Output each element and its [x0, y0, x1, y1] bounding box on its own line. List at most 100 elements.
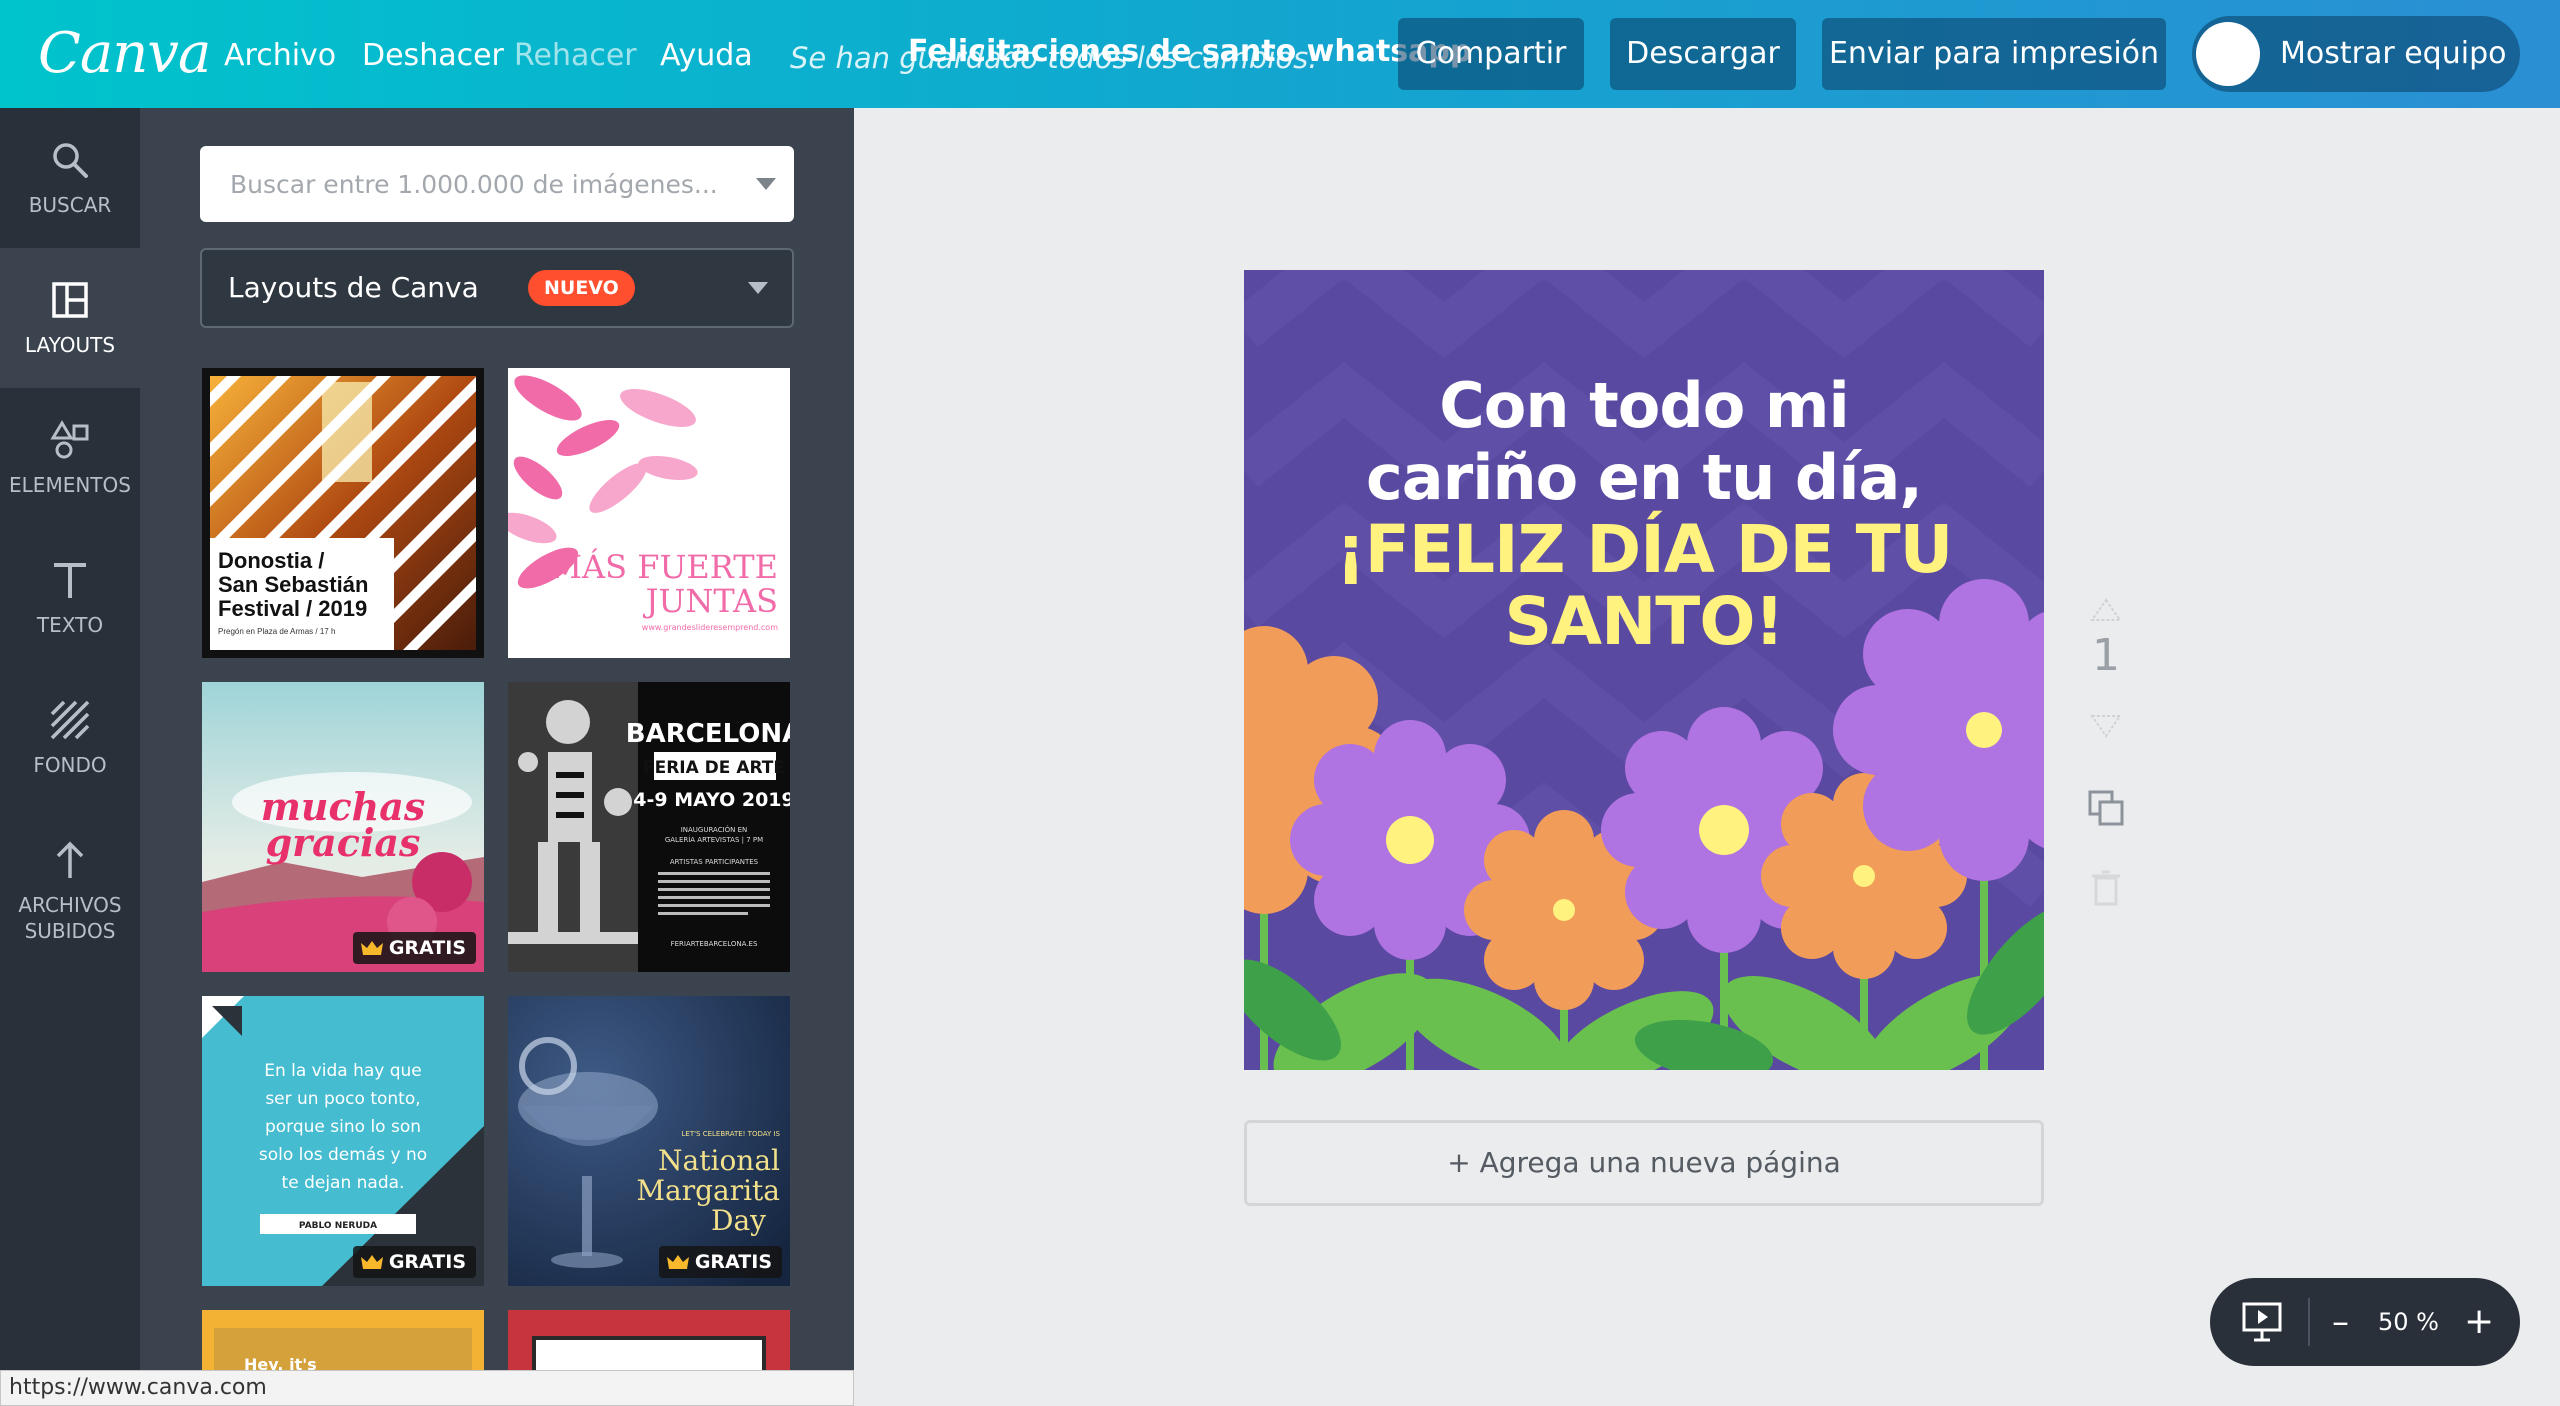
thumb-text: ser un poco tonto, — [265, 1089, 420, 1109]
print-button[interactable]: Enviar para impresión — [1822, 18, 2166, 90]
free-badge: GRATIS — [352, 1246, 476, 1278]
thumb-text: te dejan nada. — [282, 1173, 405, 1193]
thumb-image: BARCELONA FERIA DE ARTE 4-9 MAYO 2019 IN… — [508, 682, 790, 972]
nav-label: Elementos — [9, 473, 131, 497]
status-bar-url: https://www.canva.com — [0, 1370, 854, 1406]
thumb-text: Festival / 2019 — [218, 596, 367, 621]
nav-label: Layouts — [24, 333, 116, 357]
layout-thumb-donostia[interactable]: Donostia / San Sebastián Festival / 2019… — [202, 368, 484, 658]
menu-archivo[interactable]: Archivo — [224, 36, 336, 76]
greeting-line-1: Con todo mi — [1439, 369, 1849, 442]
layout-thumb-neruda[interactable]: En la vida hay que ser un poco tonto, po… — [202, 996, 484, 1286]
delete-page-icon[interactable] — [2090, 870, 2122, 906]
menu-ayuda[interactable]: Ayuda — [660, 36, 753, 76]
search-input[interactable] — [200, 146, 740, 222]
thumb-text: FERIA DE ARTE — [643, 758, 785, 778]
search-box[interactable] — [200, 146, 794, 222]
free-badge: GRATIS — [658, 1246, 782, 1278]
menu-deshacer[interactable]: Deshacer — [362, 36, 504, 76]
divider — [2308, 1298, 2310, 1346]
thumb-image: MÁS FUERTE JUNTAS www.grandeslideresempr… — [508, 368, 790, 658]
thumb-text: LET'S CELEBRATE! TODAY IS — [682, 1130, 781, 1138]
nav-archivos-subidos[interactable]: Archivos subidos — [0, 808, 140, 958]
present-icon[interactable] — [2240, 1300, 2284, 1344]
page-number: 1 — [2092, 630, 2120, 681]
free-label: GRATIS — [694, 1251, 772, 1273]
thumb-text: GALERÍA ARTEVISTAS | 7 PM — [665, 835, 763, 844]
show-team-button[interactable]: Mostrar equipo — [2192, 16, 2520, 92]
thumb-text: gracias — [266, 820, 421, 865]
thumb-text: MÁS FUERTE — [549, 548, 778, 586]
new-badge: NUEVO — [528, 270, 635, 306]
zoom-out-button[interactable]: – — [2332, 1278, 2349, 1366]
thumb-image: Donostia / San Sebastián Festival / 2019… — [202, 368, 484, 658]
layout-icon — [52, 282, 88, 318]
zoom-in-button[interactable]: + — [2464, 1278, 2494, 1366]
move-page-down-icon[interactable] — [2086, 710, 2126, 740]
thumb-text: ARTISTAS PARTICIPANTES — [670, 858, 759, 866]
thumb-text: San Sebastián — [218, 572, 368, 597]
design-canvas[interactable]: Con todo mi cariño en tu día, ¡FELIZ DÍA… — [1244, 270, 2044, 1070]
layout-source-label: Layouts de Canva — [228, 271, 479, 304]
share-button[interactable]: Compartir — [1398, 18, 1584, 90]
thumb-text: Day — [711, 1204, 766, 1237]
zoom-value: 50 % — [2378, 1308, 2439, 1336]
crown-icon — [360, 941, 383, 955]
chevron-down-icon[interactable] — [756, 178, 776, 190]
text-icon — [54, 563, 86, 598]
document-title[interactable]: Felicitaciones de santo whatsapp — [908, 32, 1471, 72]
thumb-text: National — [658, 1144, 780, 1177]
thumb-text: porque sino lo son — [265, 1117, 421, 1137]
nav-texto[interactable]: Texto — [0, 528, 140, 668]
download-button[interactable]: Descargar — [1610, 18, 1796, 90]
free-label: GRATIS — [388, 937, 466, 959]
zoom-control: – 50 % + — [2210, 1278, 2520, 1366]
chevron-down-icon[interactable] — [748, 282, 768, 294]
thumb-image: muchas gracias — [202, 682, 484, 972]
greeting-line-4: SANTO! — [1504, 583, 1784, 660]
nav-layouts[interactable]: Layouts — [0, 248, 140, 388]
shapes-icon — [50, 420, 89, 459]
crown-icon — [666, 1255, 689, 1269]
layout-source-select[interactable]: Layouts de Canva NUEVO — [200, 248, 794, 328]
thumb-text: solo los demás y no — [259, 1145, 427, 1165]
nav-elementos[interactable]: Elementos — [0, 388, 140, 528]
thumb-text: Pregón en Plaza de Armas / 17 h — [218, 627, 335, 636]
thumb-text: PABLO NERUDA — [299, 1221, 377, 1231]
nav-buscar[interactable]: Buscar — [0, 108, 140, 248]
left-nav: Buscar Layouts Elementos Texto — [0, 108, 140, 1406]
nav-label: Archivos subidos — [18, 893, 122, 943]
nav-label: Fondo — [33, 753, 107, 777]
background-icon — [50, 700, 90, 740]
avatar — [2196, 22, 2260, 86]
add-page-button[interactable]: + Agrega una nueva página — [1244, 1120, 2044, 1206]
layout-thumb-barcelona[interactable]: BARCELONA FERIA DE ARTE 4-9 MAYO 2019 IN… — [508, 682, 790, 972]
greeting-text[interactable]: Con todo mi cariño en tu día, ¡FELIZ DÍA… — [1244, 370, 2044, 658]
crown-icon — [360, 1255, 383, 1269]
nav-fondo[interactable]: Fondo — [0, 668, 140, 808]
canva-logo[interactable]: Canva — [38, 14, 211, 94]
thumb-text: Margarita — [636, 1174, 780, 1207]
thumb-text: BARCELONA — [626, 719, 790, 749]
free-badge: GRATIS — [352, 932, 476, 964]
greeting-line-3: ¡FELIZ DÍA DE TU — [1335, 511, 1954, 588]
thumb-text: JUNTAS — [643, 582, 778, 620]
search-icon — [53, 143, 88, 178]
nav-label: Buscar — [28, 193, 112, 217]
layout-thumb-margarita[interactable]: LET'S CELEBRATE! TODAY IS National Marga… — [508, 996, 790, 1286]
thumb-text: En la vida hay que — [264, 1061, 422, 1081]
top-bar: Canva Archivo Deshacer Rehacer Ayuda Se … — [0, 0, 2560, 108]
move-page-up-icon[interactable] — [2086, 596, 2126, 626]
thumb-text: 4-9 MAYO 2019 — [633, 789, 790, 811]
thumb-text: Donostia / — [218, 548, 324, 573]
menu-rehacer[interactable]: Rehacer — [514, 36, 637, 76]
duplicate-page-icon[interactable] — [2086, 788, 2126, 828]
thumb-text: www.grandeslideresemprend.com — [642, 623, 778, 632]
layout-thumb-mas-fuerte[interactable]: MÁS FUERTE JUNTAS www.grandeslideresempr… — [508, 368, 790, 658]
thumb-image: LET'S CELEBRATE! TODAY IS National Marga… — [508, 996, 790, 1286]
thumb-image: En la vida hay que ser un poco tonto, po… — [202, 996, 484, 1286]
thumb-text: FERIARTEBARCELONA.ES — [671, 940, 758, 948]
layout-thumb-muchas-gracias[interactable]: muchas gracias GRATIS — [202, 682, 484, 972]
nav-label: Texto — [36, 613, 104, 637]
upload-icon — [56, 841, 84, 878]
